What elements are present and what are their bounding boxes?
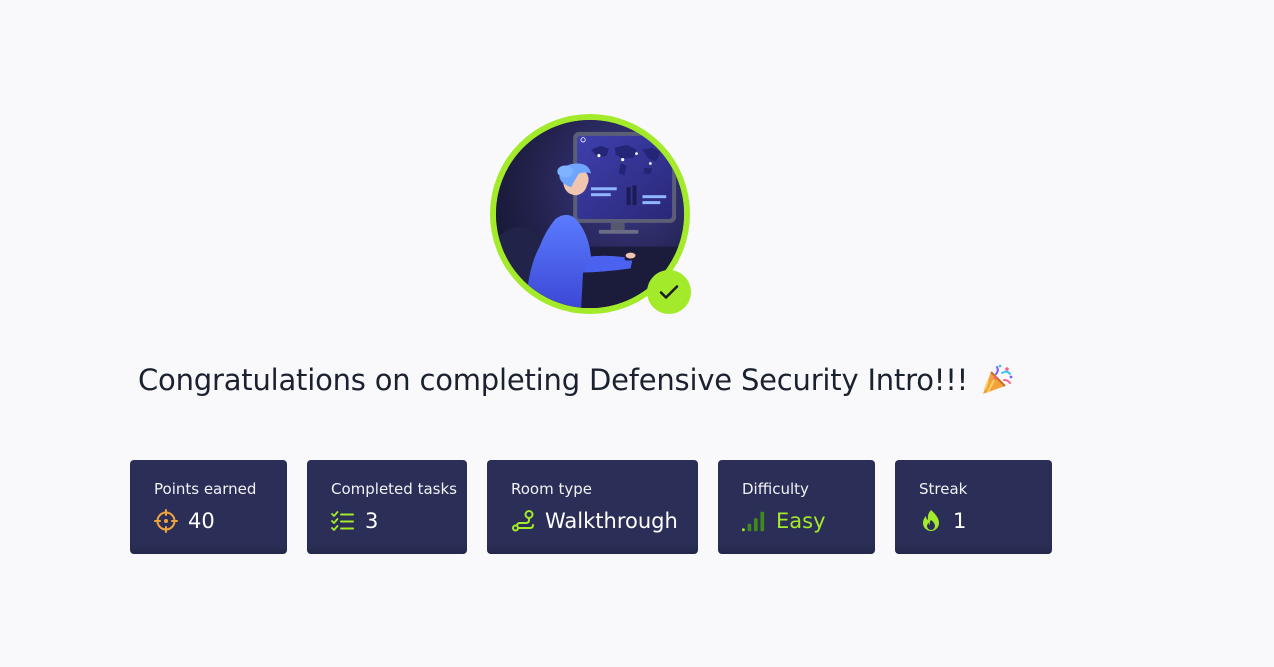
stat-label: Room type [511,480,592,498]
stat-card-streak: Streak 1 [895,460,1052,554]
stat-value: Easy [776,509,826,533]
stat-label: Points earned [154,480,257,498]
signal-bars-icon [742,509,766,533]
flame-icon [919,509,943,533]
stat-card-room-type: Room type Walkthrough [487,460,698,554]
room-stats: Points earned 40 Completed tasks 3 Room … [130,460,1052,554]
stat-card-points: Points earned 40 [130,460,287,554]
party-popper-icon [980,363,1014,397]
room-completion-avatar [490,114,692,316]
checklist-icon [331,509,355,533]
stat-label: Difficulty [742,480,809,498]
check-icon [659,285,679,299]
completed-check-badge [647,270,691,314]
stat-value: 40 [188,509,215,533]
target-icon [154,509,178,533]
stat-value: 3 [365,509,379,533]
stat-label: Streak [919,480,968,498]
route-icon [511,509,535,533]
stat-card-difficulty: Difficulty Easy [718,460,875,554]
stat-label: Completed tasks [331,480,457,498]
stat-value: Walkthrough [545,509,678,533]
headline-text: Congratulations on completing Defensive … [138,363,969,397]
stat-value: 1 [953,509,967,533]
stat-card-completed-tasks: Completed tasks 3 [307,460,467,554]
room-completion-page: Congratulations on completing Defensive … [0,0,1274,667]
completion-headline: Congratulations on completing Defensive … [138,356,1014,404]
